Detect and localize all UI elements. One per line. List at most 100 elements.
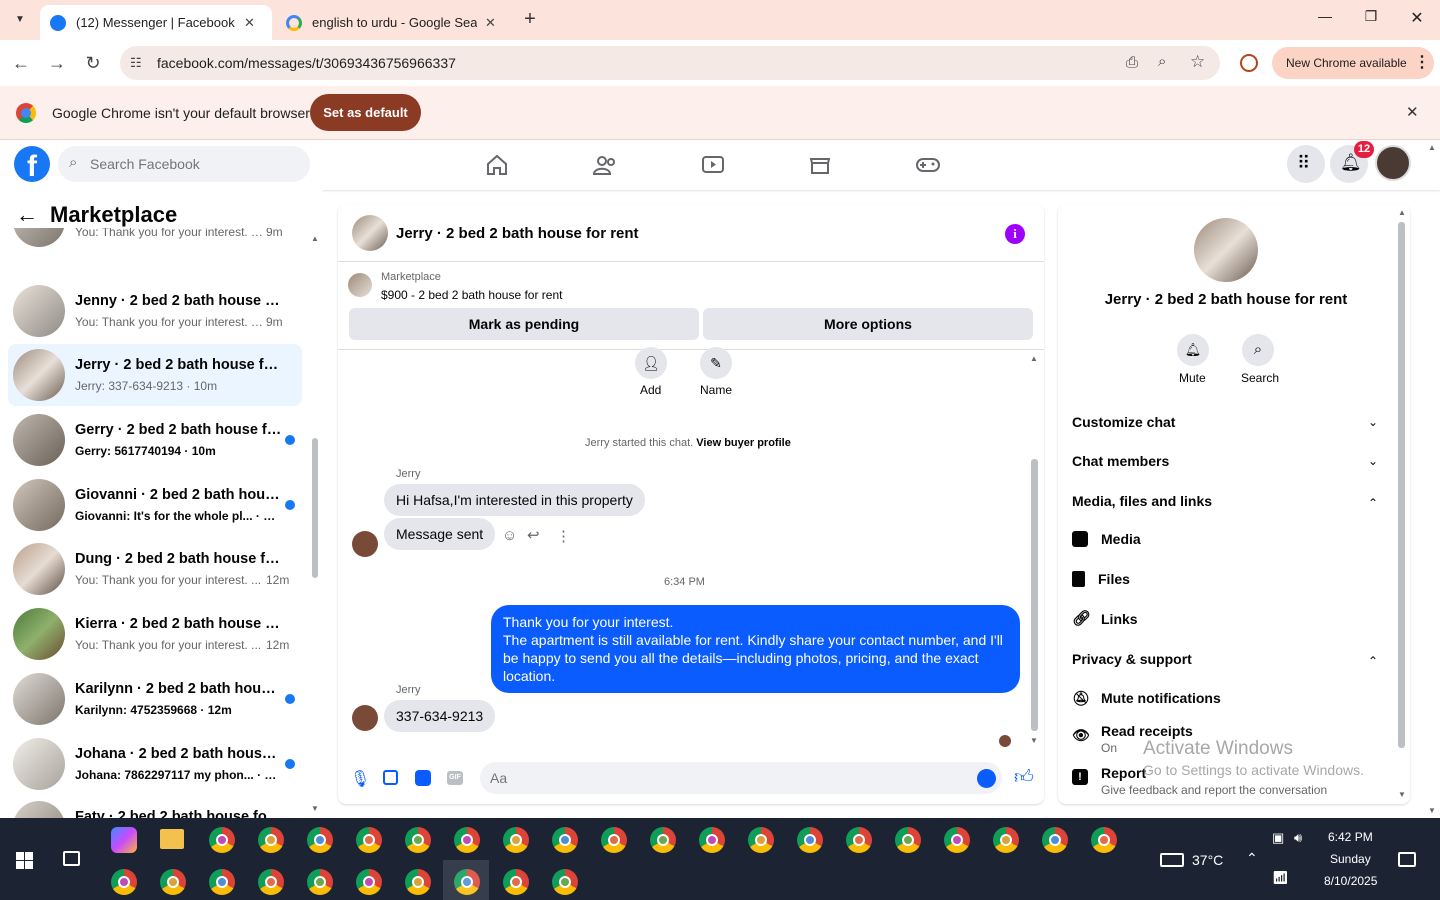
chevron-down-icon[interactable]: ⌄ xyxy=(1368,454,1378,468)
clock-time[interactable]: 6:42 PM xyxy=(1328,830,1373,844)
chrome-window-icon[interactable] xyxy=(1042,827,1068,853)
file-explorer-icon[interactable] xyxy=(160,829,184,849)
search-chat-button[interactable]: ⌕ xyxy=(1242,334,1274,366)
message-input[interactable] xyxy=(490,762,970,794)
listing-thumbnail[interactable] xyxy=(348,273,372,297)
thumbs-up-icon[interactable]: 👍︎ xyxy=(1014,766,1034,789)
gaming-icon[interactable] xyxy=(913,150,943,180)
chrome-window-icon[interactable] xyxy=(405,827,431,853)
chrome-window-icon[interactable] xyxy=(111,869,137,895)
menu-kebab-icon[interactable]: ⋮ xyxy=(1414,47,1430,79)
new-chrome-available-button[interactable]: New Chrome available ⋮ xyxy=(1272,47,1434,79)
chrome-window-icon[interactable] xyxy=(552,827,578,853)
chat-members-section[interactable]: Chat members xyxy=(1072,453,1169,469)
clock-day[interactable]: Sunday xyxy=(1330,852,1371,866)
marketplace-icon[interactable] xyxy=(805,150,835,180)
network-icon[interactable]: 📶︎ xyxy=(1272,870,1289,886)
name-chat-button[interactable]: ✎ xyxy=(700,347,732,379)
address-bar[interactable]: ☷ facebook.com/messages/t/30693436756966… xyxy=(120,46,1220,80)
chrome-window-icon[interactable] xyxy=(258,869,284,895)
chrome-window-icon[interactable] xyxy=(503,827,529,853)
close-infobar-icon[interactable]: ✕ xyxy=(1406,103,1419,121)
chrome-window-icon[interactable] xyxy=(895,827,921,853)
conversation-row[interactable]: Dung · 2 bed 2 bath house for rent You: T… xyxy=(8,538,302,600)
scrollbar[interactable] xyxy=(312,438,318,578)
media-item[interactable]: Media xyxy=(1072,531,1141,547)
chrome-window-icon[interactable] xyxy=(307,827,333,853)
keyboard-icon[interactable] xyxy=(1160,853,1184,867)
chrome-window-icon[interactable] xyxy=(601,827,627,853)
friends-icon[interactable] xyxy=(590,150,620,180)
mute-notifications-item[interactable]: 🔕︎ Mute notifications xyxy=(1072,690,1221,706)
chevron-up-icon[interactable]: ⌃ xyxy=(1368,654,1378,668)
zoom-icon[interactable]: ⌕ xyxy=(1158,53,1166,70)
site-info-icon[interactable]: ☷ xyxy=(130,55,142,71)
chat-avatar[interactable] xyxy=(352,215,388,251)
view-buyer-profile-link[interactable]: View buyer profile xyxy=(696,437,791,449)
microphone-icon[interactable]: 🎙︎ xyxy=(350,769,370,789)
facebook-search-input[interactable] xyxy=(90,146,300,182)
meet-now-icon[interactable]: ▣ xyxy=(1272,830,1284,846)
chrome-window-icon[interactable] xyxy=(356,869,382,895)
chrome-window-icon[interactable] xyxy=(503,869,529,895)
chrome-window-icon[interactable] xyxy=(552,869,578,895)
scrollbar[interactable] xyxy=(1031,459,1038,731)
chrome-window-icon[interactable] xyxy=(944,827,970,853)
conversation-row[interactable]: Giovanni · 2 bed 2 bath house for rent Gi… xyxy=(8,474,302,536)
show-hidden-icons-icon[interactable]: ⌃ xyxy=(1246,850,1258,867)
tab-google-search[interactable]: english to urdu - Google Search ✕ xyxy=(276,5,510,40)
files-item[interactable]: Files xyxy=(1072,571,1130,587)
windows-start-icon[interactable] xyxy=(16,852,33,869)
page-scroll-up-icon[interactable]: ▲ xyxy=(1428,143,1436,152)
conversation-row[interactable]: Faty · 2 bed 2 bath house for rent xyxy=(8,796,302,818)
close-window-icon[interactable]: ✕ xyxy=(1405,8,1429,32)
page-scroll-down-icon[interactable]: ▼ xyxy=(1428,806,1436,815)
customize-chat-section[interactable]: Customize chat xyxy=(1072,414,1175,430)
links-item[interactable]: 🔗︎ Links xyxy=(1072,611,1138,628)
outgoing-message[interactable]: Thank you for your interest. The apartme… xyxy=(491,605,1020,693)
info-icon[interactable]: i xyxy=(1005,224,1025,244)
chrome-window-icon[interactable] xyxy=(1091,827,1117,853)
more-options-button[interactable]: More options xyxy=(703,308,1033,340)
chrome-window-icon[interactable] xyxy=(356,827,382,853)
scrollbar[interactable] xyxy=(1398,222,1405,748)
copilot-icon[interactable] xyxy=(111,827,137,853)
chrome-window-icon[interactable] xyxy=(846,827,872,853)
facebook-logo-icon[interactable]: f xyxy=(14,146,50,182)
conversation-row[interactable]: Johana · 2 bed 2 bath house for rent Joha… xyxy=(8,733,302,795)
privacy-support-section[interactable]: Privacy & support xyxy=(1072,651,1192,667)
chrome-window-icon[interactable] xyxy=(160,869,186,895)
emoji-icon[interactable] xyxy=(977,769,996,788)
chat-header-title[interactable]: Jerry · 2 bed 2 bath house for rent xyxy=(396,225,639,242)
reload-icon[interactable]: ↻ xyxy=(80,50,106,76)
react-icon[interactable]: ☺ xyxy=(502,527,517,544)
scroll-down-icon[interactable]: ▼ xyxy=(1030,736,1038,745)
conversation-row[interactable]: Karilynn · 2 bed 2 bath house for rent Ka… xyxy=(8,668,302,730)
reply-icon[interactable]: ↩ xyxy=(527,526,540,544)
photo-icon[interactable] xyxy=(383,770,398,785)
add-member-button[interactable]: 👤︎ xyxy=(635,347,667,379)
forward-icon[interactable]: → xyxy=(44,50,70,76)
volume-icon[interactable]: 🔊︎ xyxy=(1294,830,1302,846)
scroll-down-icon[interactable]: ▼ xyxy=(311,804,319,813)
conversation-row[interactable]: Mohsin · 2 bed 2 bath house for rentYou:… xyxy=(8,228,302,252)
chevron-down-icon[interactable]: ⌄ xyxy=(1368,415,1378,429)
incoming-message[interactable]: 337-634-9213 xyxy=(384,700,496,732)
close-tab-icon[interactable]: ✕ xyxy=(244,15,255,31)
chrome-window-icon[interactable] xyxy=(209,827,235,853)
bookmark-star-icon[interactable]: ☆ xyxy=(1190,52,1205,72)
profile-avatar[interactable] xyxy=(1194,218,1258,282)
tab-messenger[interactable]: (12) Messenger | Facebook ✕ xyxy=(40,5,272,40)
video-icon[interactable] xyxy=(698,150,728,180)
account-avatar[interactable] xyxy=(1375,145,1411,181)
media-files-links-section[interactable]: Media, files and links xyxy=(1072,493,1212,509)
close-tab-icon[interactable]: ✕ xyxy=(485,15,496,31)
chrome-window-icon[interactable] xyxy=(258,827,284,853)
chrome-window-icon[interactable] xyxy=(307,869,333,895)
chrome-window-icon[interactable] xyxy=(748,827,774,853)
facebook-search[interactable]: ⌕ xyxy=(58,146,310,182)
message-composer[interactable] xyxy=(480,762,1002,794)
notification-center-icon[interactable] xyxy=(1398,852,1416,867)
menu-grid-button[interactable]: ⠿ xyxy=(1287,145,1325,183)
task-view-icon[interactable] xyxy=(63,851,80,866)
